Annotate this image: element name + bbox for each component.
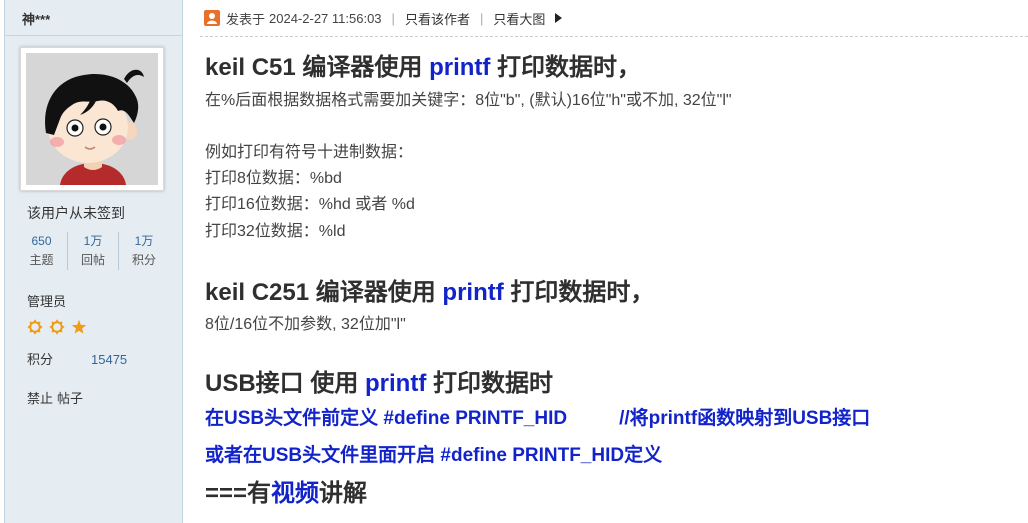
ban-user-link[interactable]: 禁止 bbox=[27, 391, 53, 406]
usb-define-comment: //将printf函数映射到USB接口 bbox=[619, 408, 871, 429]
posted-label: 发表于 bbox=[226, 11, 266, 27]
heading-keyword: printf bbox=[442, 279, 504, 306]
sun-icon bbox=[49, 319, 65, 335]
example-line: 打印32位数据：%ld bbox=[205, 223, 346, 240]
example-line: 打印16位数据：%hd 或者 %d bbox=[205, 196, 415, 213]
stat-label[interactable]: 回帖 bbox=[68, 250, 118, 270]
video-note-text: 讲解 bbox=[319, 480, 368, 507]
cartoon-boy-avatar-icon bbox=[26, 53, 158, 185]
only-large-images-link[interactable]: 只看大图 bbox=[493, 9, 545, 28]
user-icon bbox=[204, 10, 220, 26]
stat-points[interactable]: 1万 积分 bbox=[118, 232, 169, 270]
c51-note: 在%后面根据数据格式需要加关键字：8位"b", (默认)16位"h"或不加, 3… bbox=[205, 92, 732, 109]
user-group-title[interactable]: 管理员 bbox=[27, 291, 66, 310]
example-intro: 例如打印有符号十进制数据： bbox=[205, 144, 414, 161]
separator: | bbox=[479, 10, 484, 26]
user-posts-link[interactable]: 帖子 bbox=[57, 391, 83, 406]
caret-right-icon[interactable] bbox=[555, 13, 563, 23]
stat-label[interactable]: 积分 bbox=[119, 250, 169, 270]
video-note-keyword: 视频 bbox=[271, 480, 320, 507]
points-label: 积分 bbox=[27, 352, 54, 367]
post-timestamp: 2024-2-27 11:56:03 bbox=[269, 10, 382, 26]
stat-replies[interactable]: 1万 回帖 bbox=[67, 232, 118, 270]
heading-keyword: printf bbox=[365, 370, 427, 397]
user-stats: 650 主题 1万 回帖 1万 积分 bbox=[16, 232, 169, 270]
stat-value[interactable]: 1万 bbox=[119, 232, 169, 250]
stat-threads[interactable]: 650 主题 bbox=[16, 232, 67, 270]
admin-links: 禁止 帖子 bbox=[27, 388, 83, 407]
heading-text: 打印数据时， bbox=[503, 279, 655, 306]
heading-keyword: printf bbox=[429, 54, 491, 81]
author-sidebar: 神*** 该用户从未签到 650 主题 1万 回帖 1万 积分 管理员 积分 1… bbox=[4, 0, 183, 523]
rank-icons bbox=[27, 319, 87, 335]
heading-text: 打印数据时 bbox=[426, 370, 553, 397]
author-username[interactable]: 神*** bbox=[22, 9, 50, 28]
heading-c51: keil C51 编译器使用 printf 打印数据时， bbox=[205, 53, 641, 83]
sidebar-divider bbox=[5, 35, 182, 36]
stat-label[interactable]: 主题 bbox=[16, 250, 67, 270]
usb-enable-line: 或者在USB头文件里面开启 #define PRINTF_HID定义 bbox=[205, 445, 663, 466]
video-note-text: ===有 bbox=[205, 480, 272, 507]
heading-text: keil C251 编译器使用 bbox=[205, 279, 443, 306]
only-author-link[interactable]: 只看该作者 bbox=[405, 9, 470, 28]
signin-status: 该用户从未签到 bbox=[27, 205, 125, 221]
avatar[interactable] bbox=[20, 47, 164, 191]
heading-text: keil C51 编译器使用 bbox=[205, 54, 430, 81]
heading-text: USB接口 使用 bbox=[205, 370, 366, 397]
post-header: 发表于 2024-2-27 11:56:03 | 只看该作者 | 只看大图 bbox=[204, 9, 563, 28]
video-note: ===有视频讲解 bbox=[205, 479, 367, 509]
stat-value[interactable]: 1万 bbox=[68, 232, 118, 250]
points-value: 15475 bbox=[91, 352, 128, 367]
c251-note: 8位/16位不加参数, 32位加"l" bbox=[205, 316, 406, 333]
stat-value[interactable]: 650 bbox=[16, 232, 67, 250]
heading-c251: keil C251 编译器使用 printf 打印数据时， bbox=[205, 278, 654, 308]
usb-define-code: 在USB头文件前定义 #define PRINTF_HID bbox=[205, 408, 568, 429]
star-icon bbox=[71, 319, 87, 334]
separator: | bbox=[391, 10, 395, 26]
sun-icon bbox=[27, 319, 43, 335]
example-line: 打印8位数据：%bd bbox=[205, 170, 342, 187]
post-header-divider bbox=[200, 36, 1028, 37]
user-points: 积分 15475 bbox=[27, 349, 127, 368]
usb-define-line: 在USB头文件前定义 #define PRINTF_HID //将printf函数… bbox=[205, 406, 870, 432]
heading-usb: USB接口 使用 printf 打印数据时 bbox=[205, 369, 553, 399]
heading-text: 打印数据时， bbox=[490, 54, 642, 81]
